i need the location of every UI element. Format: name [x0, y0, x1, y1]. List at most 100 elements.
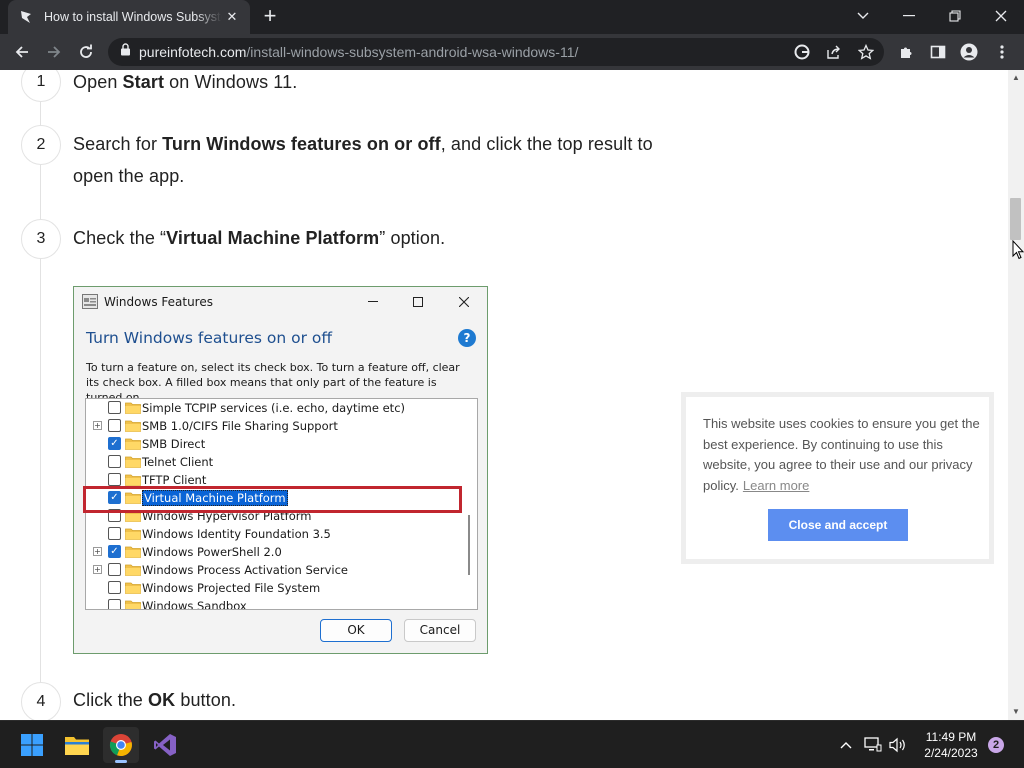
share-icon[interactable]	[820, 38, 848, 66]
feature-checkbox: ✓	[108, 545, 121, 558]
dialog-maximize-icon	[409, 293, 427, 311]
feature-checkbox	[108, 581, 121, 594]
article-content: 1 Open Start on Windows 11. 2 Search for…	[0, 70, 1008, 720]
feature-row: Windows Identity Foundation 3.5	[86, 525, 466, 543]
back-button[interactable]	[8, 38, 36, 66]
dialog-title: Windows Features	[104, 295, 213, 309]
address-bar[interactable]: pureinfotech.com/install-windows-subsyst…	[108, 38, 884, 66]
scroll-up-arrow-icon[interactable]: ▲	[1012, 74, 1020, 82]
tab-close-icon[interactable]: ✕	[224, 9, 240, 25]
steps-timeline-line	[40, 70, 41, 720]
windows-features-screenshot: Windows Features Turn Windows features o…	[73, 286, 488, 654]
feature-row: Telnet Client	[86, 453, 466, 471]
step-1-text: Open Start on Windows 11.	[73, 70, 297, 98]
close-window-button[interactable]	[978, 0, 1024, 32]
feature-row: + Windows Process Activation Service	[86, 561, 466, 579]
feature-row: ✓ SMB Direct	[86, 435, 466, 453]
notification-badge[interactable]: 2	[988, 737, 1004, 753]
folder-icon	[125, 582, 141, 594]
step-3-post: ” option.	[379, 228, 446, 248]
volume-icon[interactable]	[888, 735, 908, 755]
feature-label: Windows Identity Foundation 3.5	[142, 527, 331, 541]
page-scrollbar-thumb[interactable]	[1010, 198, 1021, 240]
step-2-pre: Search for	[73, 134, 163, 154]
extensions-puzzle-icon[interactable]	[892, 38, 920, 66]
help-icon: ?	[458, 329, 476, 347]
step-2-line2: open the app.	[73, 166, 185, 186]
windows-taskbar: 11:49 PM 2/24/2023 2	[0, 720, 1024, 768]
minimize-button[interactable]	[886, 0, 932, 32]
folder-icon	[125, 546, 141, 558]
windows-features-app-icon	[82, 294, 98, 312]
google-lens-icon[interactable]	[788, 38, 816, 66]
browser-tab-bar: How to install Windows Subsystem for And…	[0, 0, 1024, 34]
folder-icon	[125, 600, 141, 609]
reload-button[interactable]	[72, 38, 100, 66]
feature-label: Windows PowerShell 2.0	[142, 545, 282, 559]
feature-checkbox	[108, 599, 121, 609]
new-tab-button[interactable]: +	[258, 5, 282, 29]
file-explorer-icon[interactable]	[59, 727, 95, 763]
folder-icon	[125, 402, 141, 414]
taskbar-clock[interactable]: 11:49 PM 2/24/2023	[916, 729, 986, 761]
step-number-1: 1	[21, 70, 61, 102]
profile-avatar-icon[interactable]	[955, 38, 983, 66]
feature-checkbox	[108, 455, 121, 468]
show-hidden-icons-chevron-icon[interactable]	[836, 735, 856, 755]
start-icon[interactable]	[14, 727, 50, 763]
step-4-text: Click the OK button.	[73, 684, 236, 716]
tab-title: How to install Windows Subsystem for And…	[44, 10, 222, 24]
feature-label: Telnet Client	[142, 455, 214, 469]
step-1-post: on Windows 11.	[164, 72, 298, 92]
feature-row: Windows Projected File System	[86, 579, 466, 597]
browser-tab[interactable]: How to install Windows Subsystem for And…	[8, 0, 250, 34]
visual-studio-icon[interactable]	[147, 727, 183, 763]
dialog-titlebar: Windows Features	[74, 287, 487, 317]
url-host: pureinfotech.com	[139, 44, 247, 60]
tab-search-icon[interactable]	[840, 0, 886, 32]
folder-icon	[125, 528, 141, 540]
restore-button[interactable]	[932, 0, 978, 32]
step-2-post: , and click the top result to	[440, 134, 653, 154]
mouse-cursor-icon	[1012, 240, 1024, 260]
chrome-menu-icon[interactable]	[988, 38, 1016, 66]
chrome-active-indicator	[115, 760, 127, 763]
step-number-3: 3	[21, 219, 61, 259]
step-3-bold: Virtual Machine Platform	[166, 228, 380, 248]
folder-icon	[125, 438, 141, 450]
forward-button[interactable]	[40, 38, 68, 66]
feature-checkbox	[108, 527, 121, 540]
step-4-post: button.	[175, 690, 237, 710]
feature-checkbox	[108, 563, 121, 576]
learn-more-link[interactable]: Learn more	[743, 478, 809, 493]
feature-label: Simple TCPIP services (i.e. echo, daytim…	[142, 401, 406, 415]
lock-icon[interactable]	[120, 43, 131, 61]
feature-row: + ✓ Windows PowerShell 2.0	[86, 543, 466, 561]
chrome-icon[interactable]	[103, 727, 139, 763]
folder-icon	[125, 474, 141, 486]
side-panel-icon[interactable]	[924, 38, 952, 66]
feature-label: Windows Sandbox	[142, 599, 247, 610]
feature-label: SMB 1.0/CIFS File Sharing Support	[142, 419, 338, 433]
step-4-bold: OK	[148, 690, 176, 710]
feature-label: SMB Direct	[142, 437, 206, 451]
folder-icon	[125, 456, 141, 468]
close-and-accept-button[interactable]: Close and accept	[768, 509, 908, 541]
feature-checkbox	[108, 401, 121, 414]
step-1-bold: Start	[122, 72, 165, 92]
clock-date: 2/24/2023	[924, 746, 978, 760]
dialog-heading: Turn Windows features on or off	[86, 329, 333, 347]
virtual-machine-platform-highlight	[83, 486, 462, 513]
feature-label: TFTP Client	[142, 473, 207, 487]
scroll-down-arrow-icon[interactable]: ▼	[1012, 708, 1020, 716]
feature-checkbox	[108, 473, 121, 486]
pureinfotech-favicon-icon	[18, 9, 34, 25]
network-icon[interactable]	[863, 735, 883, 755]
dialog-cancel-button: Cancel	[404, 619, 476, 642]
step-number-4: 4	[21, 682, 61, 720]
page-scrollbar[interactable]: ▲ ▼	[1008, 70, 1024, 720]
bookmark-star-icon[interactable]	[852, 38, 880, 66]
features-list-scrollbar	[468, 515, 470, 575]
expand-plus-icon: +	[93, 565, 102, 574]
cookie-text: This website uses cookies to ensure you …	[703, 414, 983, 496]
